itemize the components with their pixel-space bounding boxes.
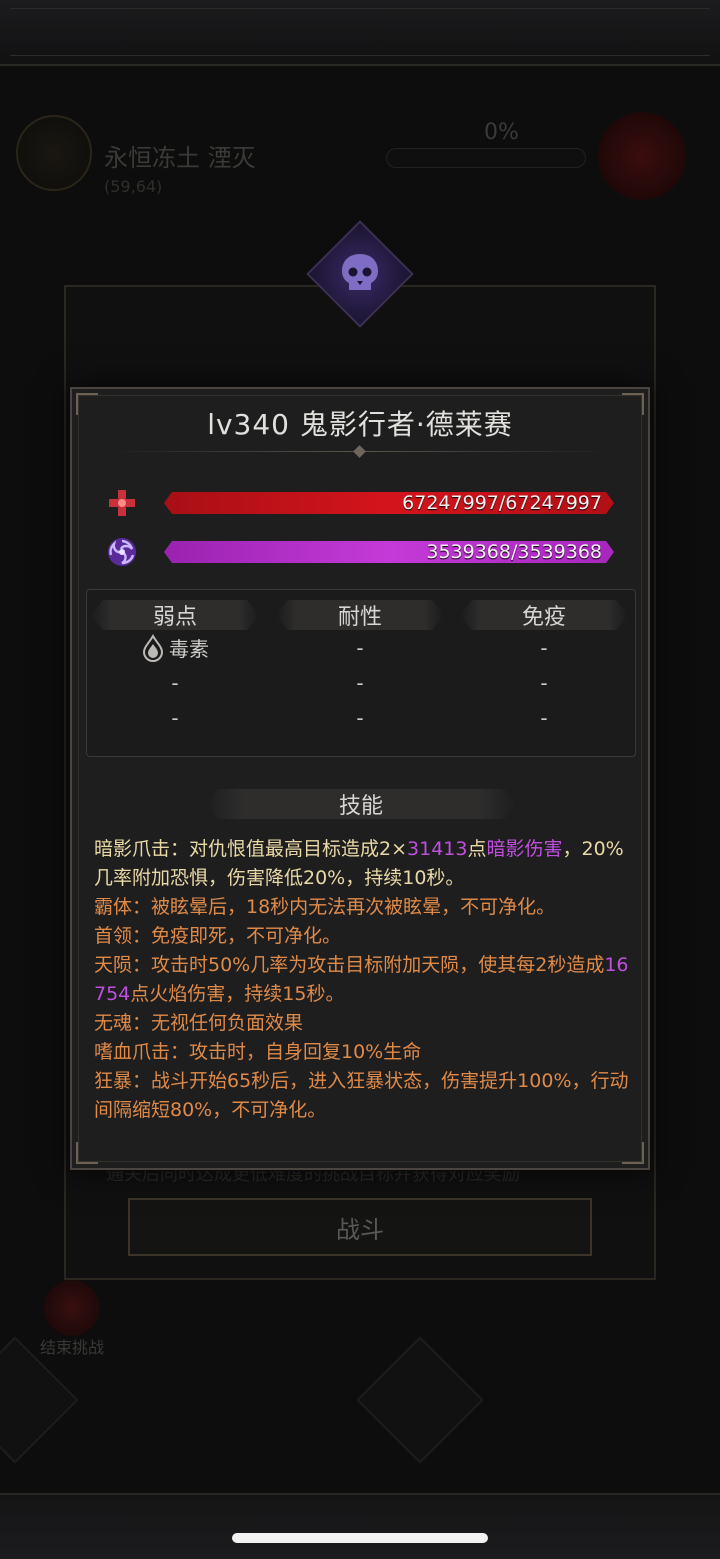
map-coords: (59,64) [104, 177, 163, 196]
skill-text: 天陨：攻击时50%几率为攻击目标附加天陨，使其每2秒造成 [94, 954, 605, 976]
skull-icon [331, 246, 389, 302]
hp-bar: 67247997/67247997 [164, 492, 614, 514]
skill-item: 首领：免疫即死，不可净化。 [94, 925, 342, 947]
skill-text: 点 [467, 838, 487, 860]
poison-drop-icon [141, 633, 165, 662]
progress-bar [386, 148, 586, 168]
immunity-cell: - [540, 670, 548, 695]
weakness-cell: 毒素 [91, 630, 259, 665]
fight-button-label: 战斗 [336, 1215, 384, 1244]
corner-ornament [76, 1142, 98, 1164]
bottom-frame [0, 1493, 720, 1559]
health-cross-icon [102, 486, 142, 520]
skill-text: 点火焰伤害，持续15秒。 [130, 983, 345, 1005]
end-challenge-icon[interactable] [44, 1280, 100, 1336]
screen: 永恒冻土 湮灭 (59,64) 0% 通关后同时达成更低难度的挑战目标并获得对应… [0, 0, 720, 1559]
skill-damage-type: 暗影伤害 [486, 838, 563, 860]
skill-item: 霸体：被眩晕后，18秒内无法再次被眩晕，不可净化。 [94, 896, 556, 918]
weakness-label: 毒素 [169, 637, 209, 661]
progress-percent: 0% [484, 120, 519, 145]
skill-text: 暗影爪击：对仇恨值最高目标造成2× [94, 838, 408, 860]
skills-header: 技能 [206, 789, 516, 819]
hp-row: 67247997/67247997 [102, 486, 622, 520]
mp-bar: 3539368/3539368 [164, 541, 614, 563]
weakness-cell: - [171, 705, 179, 730]
resistance-table: 弱点 毒素 - - 耐性 - - - 免疫 - - - [86, 589, 636, 757]
map-portrait-icon [16, 115, 92, 191]
monster-title: lv340 鬼影行者·德莱赛 [207, 408, 513, 441]
immunity-cell: - [540, 635, 548, 660]
skill-item: 天陨：攻击时50%几率为攻击目标附加天陨，使其每2秒造成16754点火焰伤害，持… [94, 951, 630, 1009]
monster-info-dialog: lv340 鬼影行者·德莱赛 67247997/67247997 3539368… [70, 387, 650, 1170]
skill-item: 狂暴：战斗开始65秒后，进入狂暴状态，伤害提升100%，行动间隔缩短80%，不可… [94, 1070, 629, 1121]
immunity-column: 免疫 - - - [460, 600, 628, 735]
skill-item: 暗影爪击：对仇恨值最高目标造成2×31413点暗影伤害，20%几率附加恐惧，伤害… [94, 835, 630, 893]
resistance-cell: - [356, 635, 364, 660]
resistance-header: 耐性 [276, 600, 444, 630]
boss-skull-icon [598, 112, 686, 200]
resistance-cell: - [356, 705, 364, 730]
weakness-cell: - [171, 670, 179, 695]
skill-damage-value: 31413 [407, 838, 468, 860]
map-name: 永恒冻土 湮灭 [104, 144, 256, 172]
top-frame [0, 0, 720, 66]
corner-ornament [622, 1142, 644, 1164]
mp-row: 3539368/3539368 [102, 535, 622, 569]
skill-list: 暗影爪击：对仇恨值最高目标造成2×31413点暗影伤害，20%几率附加恐惧，伤害… [94, 835, 630, 1125]
weakness-header: 弱点 [91, 600, 259, 630]
mp-value: 3539368/3539368 [426, 541, 602, 563]
resistance-column: 耐性 - - - [276, 600, 444, 735]
skill-item: 无魂：无视任何负面效果 [94, 1012, 304, 1034]
fight-button[interactable]: 战斗 [128, 1198, 592, 1256]
immunity-cell: - [540, 705, 548, 730]
mana-swirl-icon [102, 535, 142, 569]
hp-value: 67247997/67247997 [402, 492, 602, 514]
immunity-header: 免疫 [460, 600, 628, 630]
weakness-column: 弱点 毒素 - - [91, 600, 259, 735]
skill-item: 嗜血爪击：攻击时，自身回复10%生命 [94, 1041, 422, 1063]
end-challenge-label[interactable]: 结束挑战 [40, 1334, 104, 1358]
home-indicator[interactable] [232, 1533, 488, 1543]
resistance-cell: - [356, 670, 364, 695]
